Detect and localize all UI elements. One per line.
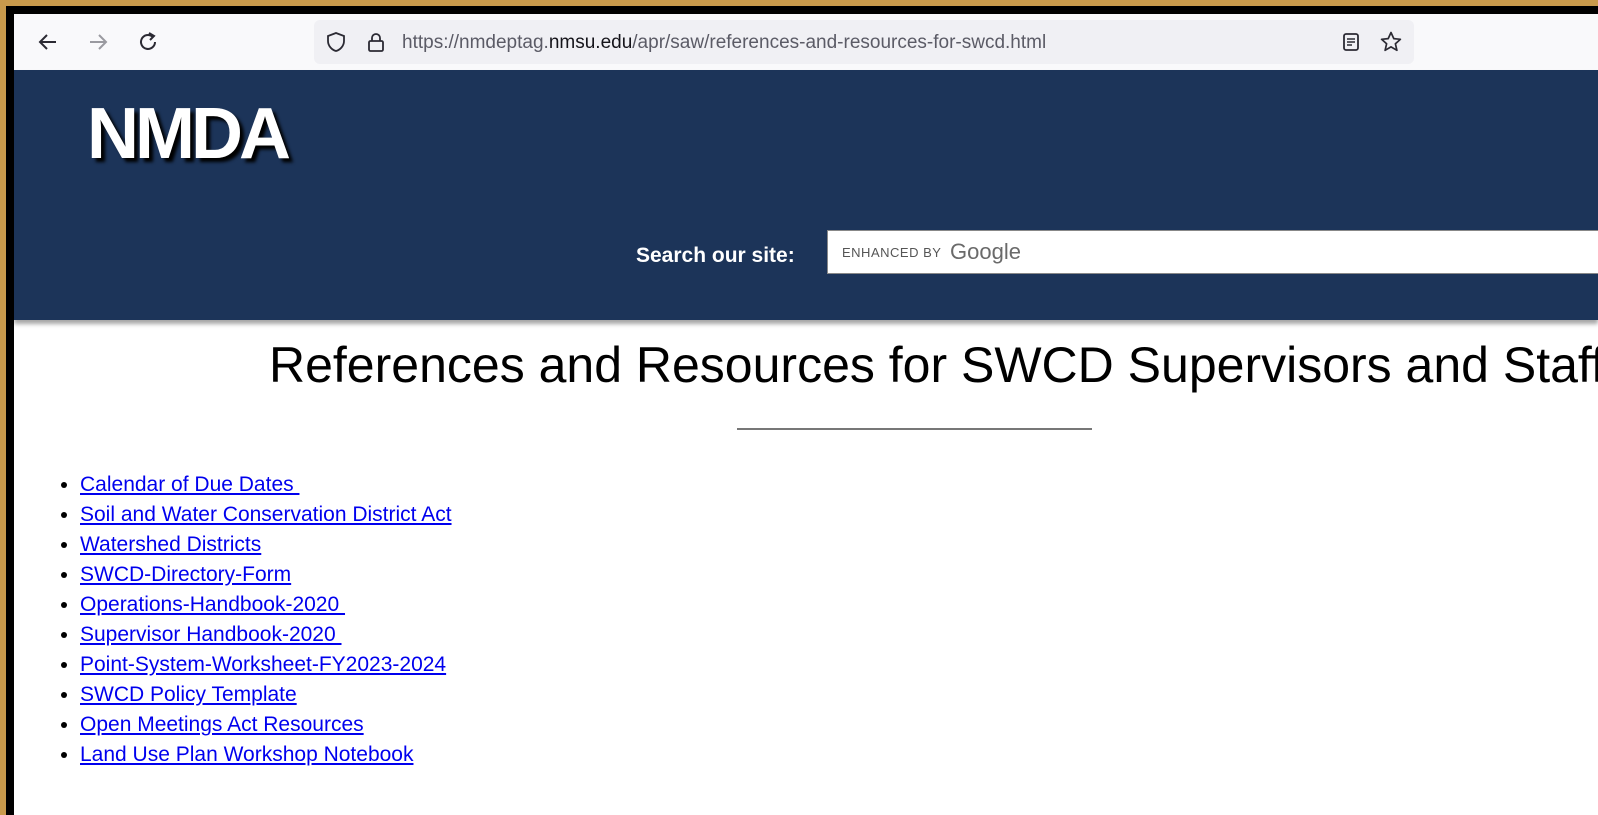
forward-arrow-icon xyxy=(90,34,108,50)
link-calendar-due-dates[interactable]: Calendar of Due Dates xyxy=(80,473,299,496)
reload-icon xyxy=(140,32,156,50)
list-item: Calendar of Due Dates xyxy=(80,470,452,500)
url-host: nmsu.edu xyxy=(548,32,633,53)
link-land-use-plan[interactable]: Land Use Plan Workshop Notebook xyxy=(80,743,413,766)
reload-button[interactable] xyxy=(132,26,164,58)
list-item: Land Use Plan Workshop Notebook xyxy=(80,740,452,770)
title-divider xyxy=(737,428,1092,430)
link-district-act[interactable]: Soil and Water Conservation District Act xyxy=(80,503,452,526)
shield-icon[interactable] xyxy=(324,30,348,54)
site-header: NMDA Search our site: ENHANCED BY Google xyxy=(14,70,1598,320)
url-text[interactable]: https://nmdeptag.nmsu.edu/apr/saw/refere… xyxy=(402,32,1046,54)
list-item: SWCD-Directory-Form xyxy=(80,560,452,590)
link-directory-form[interactable]: SWCD-Directory-Form xyxy=(80,563,291,586)
browser-toolbar: https://nmdeptag.nmsu.edu/apr/saw/refere… xyxy=(14,14,1598,70)
browser-window: https://nmdeptag.nmsu.edu/apr/saw/refere… xyxy=(14,14,1598,815)
url-bar[interactable]: https://nmdeptag.nmsu.edu/apr/saw/refere… xyxy=(314,20,1414,64)
search-input[interactable]: ENHANCED BY Google xyxy=(827,230,1598,274)
search-enhanced-by: ENHANCED BY xyxy=(842,245,942,260)
search-google-brand: Google xyxy=(950,239,1021,264)
list-item: Open Meetings Act Resources xyxy=(80,710,452,740)
list-item: Soil and Water Conservation District Act xyxy=(80,500,452,530)
link-operations-handbook[interactable]: Operations-Handbook-2020 xyxy=(80,593,345,616)
list-item: Supervisor Handbook-2020 xyxy=(80,620,452,650)
link-point-system-worksheet[interactable]: Point-System-Worksheet-FY2023-2024 xyxy=(80,653,446,676)
list-item: Watershed Districts xyxy=(80,530,452,560)
link-supervisor-handbook[interactable]: Supervisor Handbook-2020 xyxy=(80,623,342,646)
lock-icon[interactable] xyxy=(364,30,388,54)
forward-button[interactable] xyxy=(82,26,114,58)
link-open-meetings-act[interactable]: Open Meetings Act Resources xyxy=(80,713,364,736)
list-item: Operations-Handbook-2020 xyxy=(80,590,452,620)
reader-view-icon[interactable] xyxy=(1339,30,1363,54)
nmda-logo[interactable]: NMDA xyxy=(87,98,291,170)
back-arrow-icon xyxy=(38,34,56,50)
back-button[interactable] xyxy=(32,26,64,58)
page-title: References and Resources for SWCD Superv… xyxy=(269,337,1598,393)
link-watershed-districts[interactable]: Watershed Districts xyxy=(80,533,261,556)
link-policy-template[interactable]: SWCD Policy Template xyxy=(80,683,297,706)
bookmark-star-icon[interactable] xyxy=(1379,30,1403,54)
search-label: Search our site: xyxy=(636,244,795,267)
url-prefix: https://nmdeptag. xyxy=(402,32,549,53)
list-item: Point-System-Worksheet-FY2023-2024 xyxy=(80,650,452,680)
url-path: /apr/saw/references-and-resources-for-sw… xyxy=(632,32,1047,53)
resource-links-list: Calendar of Due Dates Soil and Water Con… xyxy=(60,470,452,770)
list-item: SWCD Policy Template xyxy=(80,680,452,710)
